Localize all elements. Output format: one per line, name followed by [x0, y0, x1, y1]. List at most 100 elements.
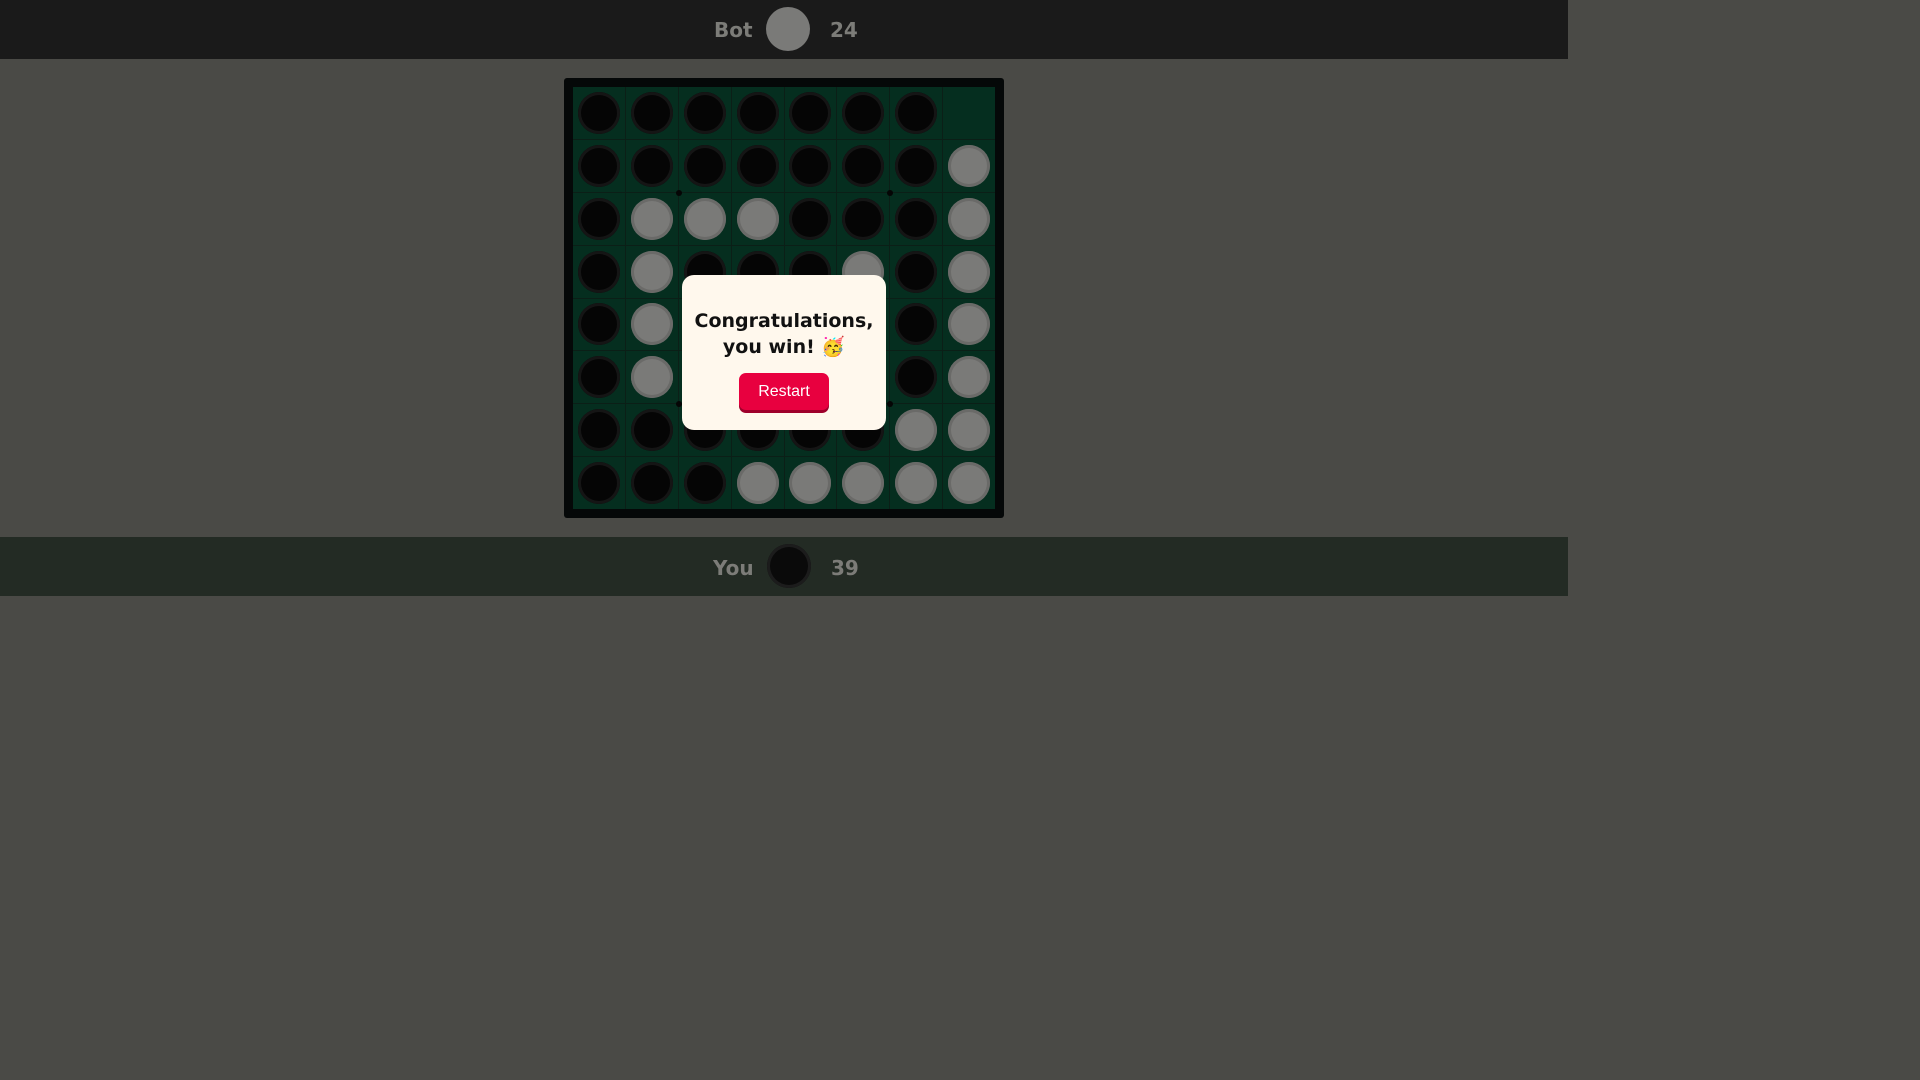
- win-message: Congratulations, you win! 🥳: [682, 308, 886, 360]
- board-cell[interactable]: [573, 351, 625, 404]
- board-star-point: [886, 189, 893, 196]
- white-disc: [630, 303, 673, 346]
- board-cell[interactable]: [573, 87, 625, 139]
- board-cell[interactable]: [678, 192, 731, 245]
- win-dialog: Congratulations, you win! 🥳 Restart: [682, 275, 886, 430]
- bot-disc-icon: [766, 7, 810, 51]
- board-cell[interactable]: [943, 298, 995, 351]
- board-cell[interactable]: [731, 192, 784, 245]
- black-disc: [842, 144, 885, 187]
- white-disc: [948, 356, 991, 399]
- white-disc: [630, 197, 673, 240]
- white-disc: [630, 356, 673, 399]
- board-star-point: [675, 189, 682, 196]
- white-disc: [948, 144, 991, 187]
- board-cell[interactable]: [784, 87, 837, 139]
- white-disc: [948, 409, 991, 452]
- white-disc: [895, 462, 938, 505]
- board-star-point: [886, 400, 893, 407]
- board-cell[interactable]: [731, 457, 784, 509]
- black-disc: [683, 144, 726, 187]
- board-cell[interactable]: [625, 192, 678, 245]
- black-disc: [789, 144, 832, 187]
- you-disc-icon: [767, 544, 811, 588]
- black-disc: [895, 303, 938, 346]
- win-message-line1: Congratulations,: [694, 310, 874, 332]
- board-cell[interactable]: [573, 457, 625, 509]
- board-cell[interactable]: [837, 457, 890, 509]
- you-player-name: You: [713, 556, 754, 580]
- board-cell[interactable]: [890, 351, 943, 404]
- black-disc: [683, 91, 726, 134]
- board-cell[interactable]: [943, 351, 995, 404]
- black-disc: [736, 144, 779, 187]
- top-player-bar: Bot 24: [0, 0, 1568, 59]
- board-star-point: [675, 400, 682, 407]
- board-cell[interactable]: [573, 404, 625, 457]
- black-disc: [789, 197, 832, 240]
- board-cell[interactable]: [890, 457, 943, 509]
- board-cell[interactable]: [943, 457, 995, 509]
- board-cell[interactable]: [573, 245, 625, 298]
- board-cell[interactable]: [890, 245, 943, 298]
- black-disc: [630, 409, 673, 452]
- black-disc: [577, 250, 620, 293]
- board-cell[interactable]: [678, 139, 731, 192]
- board-cell[interactable]: [573, 139, 625, 192]
- board-cell[interactable]: [890, 298, 943, 351]
- board-cell[interactable]: [837, 87, 890, 139]
- board-cell[interactable]: [837, 192, 890, 245]
- white-disc: [948, 250, 991, 293]
- bot-score: 24: [830, 18, 858, 42]
- board-cell[interactable]: [837, 139, 890, 192]
- board-cell[interactable]: [890, 192, 943, 245]
- board-cell[interactable]: [890, 139, 943, 192]
- win-message-line2: you win!: [722, 336, 815, 358]
- black-disc: [630, 91, 673, 134]
- board-cell[interactable]: [784, 457, 837, 509]
- board-cell[interactable]: [731, 139, 784, 192]
- white-disc: [683, 197, 726, 240]
- white-disc: [895, 409, 938, 452]
- white-disc: [789, 462, 832, 505]
- board-cell[interactable]: [731, 87, 784, 139]
- black-disc: [842, 197, 885, 240]
- board-cell[interactable]: [625, 245, 678, 298]
- black-disc: [895, 91, 938, 134]
- black-disc: [895, 356, 938, 399]
- black-disc: [577, 91, 620, 134]
- board-cell[interactable]: [678, 457, 731, 509]
- board-cell[interactable]: [625, 139, 678, 192]
- board-cell[interactable]: [625, 351, 678, 404]
- black-disc: [789, 91, 832, 134]
- board-cell[interactable]: [625, 457, 678, 509]
- black-disc: [895, 144, 938, 187]
- black-disc: [577, 356, 620, 399]
- white-disc: [842, 462, 885, 505]
- board-cell[interactable]: [625, 298, 678, 351]
- white-disc: [948, 303, 991, 346]
- board-cell[interactable]: [943, 139, 995, 192]
- board-cell[interactable]: [573, 192, 625, 245]
- white-disc: [948, 197, 991, 240]
- board-cell[interactable]: [573, 298, 625, 351]
- bot-player-name: Bot: [714, 18, 753, 42]
- white-disc: [736, 462, 779, 505]
- black-disc: [683, 462, 726, 505]
- white-disc: [630, 250, 673, 293]
- board-cell[interactable]: [943, 245, 995, 298]
- you-score: 39: [831, 556, 859, 580]
- restart-button[interactable]: Restart: [739, 373, 829, 410]
- board-cell[interactable]: [943, 87, 995, 139]
- board-cell[interactable]: [678, 87, 731, 139]
- white-disc: [736, 197, 779, 240]
- board-cell[interactable]: [890, 87, 943, 139]
- party-face-icon: 🥳: [821, 336, 846, 358]
- board-cell[interactable]: [943, 192, 995, 245]
- board-cell[interactable]: [943, 404, 995, 457]
- board-cell[interactable]: [890, 404, 943, 457]
- board-cell[interactable]: [784, 192, 837, 245]
- board-cell[interactable]: [625, 404, 678, 457]
- board-cell[interactable]: [625, 87, 678, 139]
- board-cell[interactable]: [784, 139, 837, 192]
